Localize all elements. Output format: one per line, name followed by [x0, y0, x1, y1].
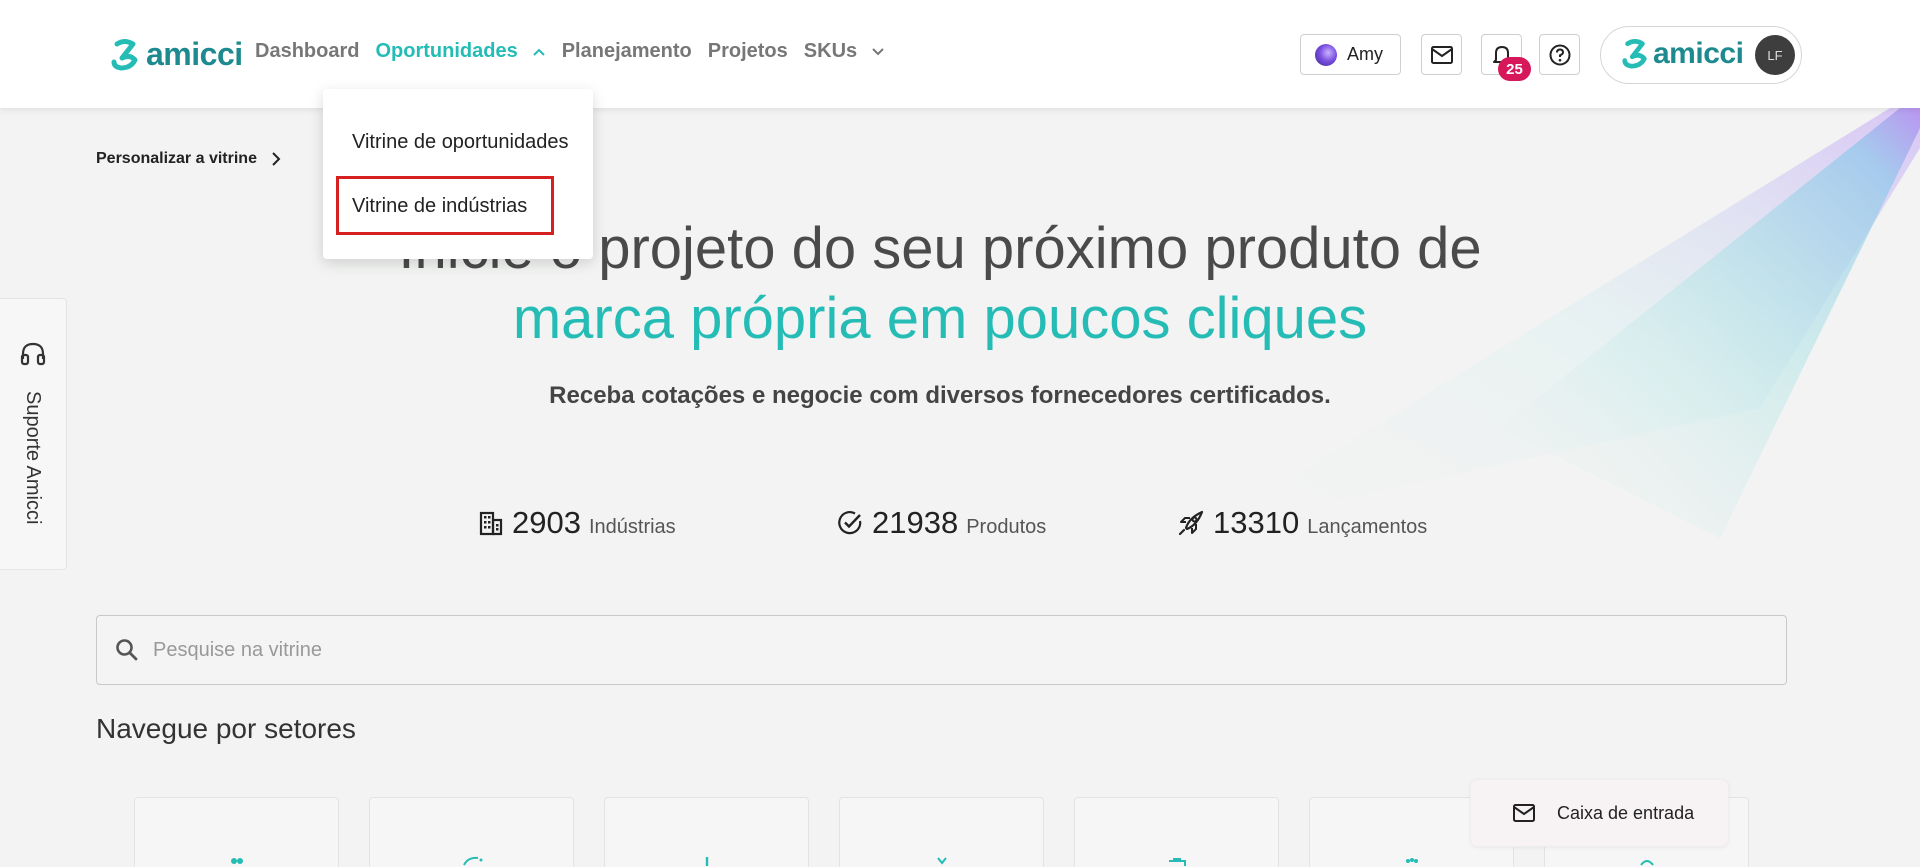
stat-lancamentos-label: Lançamentos	[1307, 516, 1428, 538]
nav-dashboard[interactable]: Dashboard	[255, 40, 359, 63]
bottle-icon	[705, 857, 708, 866]
amy-label: Amy	[1347, 44, 1383, 64]
amy-assistant-button[interactable]: Amy	[1300, 34, 1401, 75]
stat-industrias-label: Indústrias	[588, 516, 676, 538]
main-nav: Dashboard Oportunidades Planejamento Pro…	[255, 40, 901, 63]
rocket-icon	[1178, 510, 1204, 536]
utensils-icon	[936, 857, 947, 865]
sector-card[interactable]	[1074, 797, 1279, 867]
avatar[interactable]: LF	[1755, 35, 1795, 75]
sector-card[interactable]	[369, 797, 574, 867]
chevron-right-icon	[272, 152, 281, 166]
hero-title-line2: marca própria em poucos cliques	[512, 286, 1368, 351]
inbox-button[interactable]: Caixa de entrada	[1470, 779, 1729, 847]
nav-skus-label: SKUs	[803, 40, 858, 62]
nav-projetos[interactable]: Projetos	[708, 40, 788, 63]
mail-icon	[1513, 804, 1535, 822]
breadcrumb[interactable]: Personalizar a vitrine	[96, 150, 281, 168]
support-label: Suporte Amicci	[22, 391, 44, 525]
leaf-icon	[462, 856, 482, 866]
briefcase-icon	[1168, 858, 1186, 866]
sector-card[interactable]	[134, 797, 339, 867]
sector-card[interactable]	[839, 797, 1044, 867]
chevron-down-icon	[872, 47, 884, 55]
inbox-label: Caixa de entrada	[1557, 802, 1695, 823]
search-icon	[116, 639, 138, 661]
stat-lancamentos: 13310 Lançamentos	[1177, 505, 1427, 541]
help-icon	[1549, 44, 1570, 65]
headset-icon	[20, 342, 46, 366]
people-icon	[230, 858, 243, 864]
help-button[interactable]	[1539, 34, 1580, 75]
sector-card[interactable]	[604, 797, 809, 867]
nav-oportunidades[interactable]: Oportunidades	[375, 40, 545, 63]
pet-icon	[1639, 860, 1654, 866]
account-logo-text: amicci	[1653, 37, 1744, 70]
check-circle-icon	[838, 511, 862, 535]
amicci-logo-icon	[1622, 39, 1647, 69]
mail-button[interactable]	[1421, 34, 1462, 75]
nav-skus[interactable]: SKUs	[804, 40, 885, 63]
menu-item-vitrine-oportunidades[interactable]: Vitrine de oportunidades	[352, 131, 568, 154]
paw-icon	[1405, 858, 1418, 863]
top-header: amicci Dashboard Oportunidades Planejame…	[0, 0, 1920, 108]
stat-industrias: 2903 Indústrias	[478, 505, 676, 541]
building-icon	[479, 511, 503, 536]
sectors-title: Navegue por setores	[96, 713, 356, 744]
amy-orb-icon	[1315, 43, 1337, 66]
stat-produtos: 21938 Produtos	[836, 505, 1046, 541]
stat-industrias-value: 2903	[512, 505, 581, 540]
account-logo: amicci	[1621, 37, 1744, 71]
notification-count-badge: 25	[1498, 57, 1531, 81]
logo-text: amicci	[146, 36, 243, 72]
breadcrumb-label: Personalizar a vitrine	[96, 150, 257, 167]
highlight-box	[336, 176, 554, 235]
amicci-logo-icon	[111, 38, 138, 70]
stat-produtos-label: Produtos	[966, 516, 1047, 538]
amicci-logo[interactable]: amicci	[110, 36, 243, 73]
showcase-search-bar[interactable]	[96, 615, 1787, 685]
chevron-up-icon	[532, 48, 545, 56]
mail-icon	[1430, 45, 1453, 64]
nav-planejamento[interactable]: Planejamento	[562, 40, 692, 63]
nav-oportunidades-label: Oportunidades	[375, 40, 518, 62]
hero-subtitle: Receba cotações e negocie com diversos f…	[549, 382, 1331, 409]
stat-lancamentos-value: 13310	[1213, 505, 1300, 540]
search-input[interactable]	[153, 638, 1653, 662]
hero-title-line1: Inicie o projeto do seu próximo produto …	[398, 216, 1482, 281]
stat-produtos-value: 21938	[872, 505, 959, 540]
account-menu[interactable]: amicci LF	[1600, 26, 1802, 84]
support-side-tab[interactable]: Suporte Amicci	[0, 298, 67, 570]
